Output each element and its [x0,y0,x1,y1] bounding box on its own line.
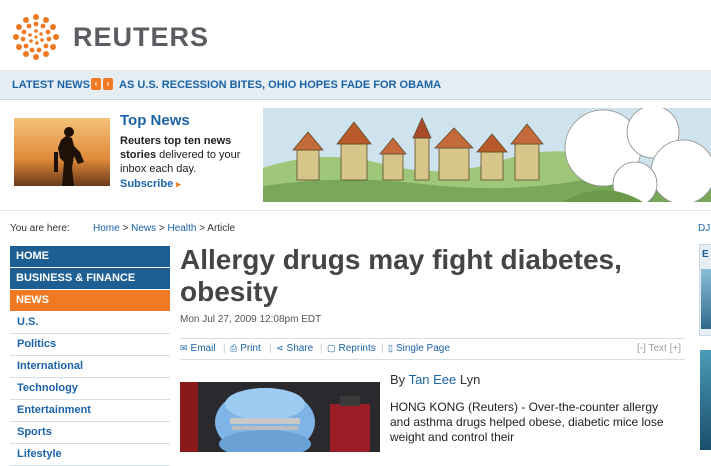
nav-item-home[interactable]: HOME [10,246,170,268]
single-page-label: Single Page [395,343,450,354]
text-size-label: Text [648,343,667,354]
reuters-logo-icon[interactable] [12,13,60,61]
toolbar-divider: | [269,343,272,354]
subscribe-link[interactable]: Subscribe ▸ [120,178,181,190]
breadcrumb-trail: Home > News > Health > Article [93,223,235,234]
article: Allergy drugs may fight diabetes, obesit… [180,244,685,452]
breadcrumb-sep: > [196,223,208,234]
share-label: Share [286,343,314,354]
top-news-title[interactable]: Top News [120,112,190,129]
chevron-right-icon: ▸ [176,179,181,189]
reuters-wordmark[interactable]: REUTERS [73,22,209,53]
article-dateline: Mon Jul 27, 2009 12:08pm EDT [180,314,322,325]
nav-item-technology[interactable]: Technology [10,378,170,400]
reprints-label: Reprints [338,343,376,354]
share-icon: ⋖ [276,343,284,353]
masthead: REUTERS [0,0,711,71]
chevron-right-icon[interactable]: › [103,78,113,90]
reprints-button[interactable]: ▢ Reprints [327,343,376,354]
email-label: Email [190,343,216,354]
breadcrumb-label: You are here: [10,223,70,234]
share-button[interactable]: ⋖ Share [276,343,313,354]
ticker-controls: ‹ › [91,78,113,90]
email-button[interactable]: ✉ Email [180,343,216,354]
toolbar-divider: | [381,343,384,354]
print-button[interactable]: ⎙ Print [230,343,261,354]
article-photo[interactable] [180,382,380,452]
toolbar-divider: | [223,343,226,354]
nav-item-politics[interactable]: Politics [10,334,170,356]
breadcrumb-health[interactable]: Health [168,223,197,234]
breadcrumb-sep: > [119,223,132,234]
breadcrumb: You are here: Home > News > Health > Art… [0,221,711,237]
text-size-control: [-] Text [+] [637,343,681,354]
toolbar-divider: | [320,343,323,354]
right-rail-box: E [699,244,711,336]
top-news-promo: Top News Reuters top ten news stories de… [0,100,711,211]
article-byline: By Tan Eee Lyn [390,372,480,387]
subscribe-label: Subscribe [120,178,174,190]
print-label: Print [240,343,261,354]
author-rest: Lyn [456,372,481,387]
right-rail-image[interactable] [701,269,711,329]
article-toolbar: ✉ Email | ⎙ Print | ⋖ Share | ▢ Reprints | ▯… [180,338,685,360]
nav-item-entertainment[interactable]: Entertainment [10,400,170,422]
single-page-button[interactable]: ▯ Single Page [388,343,450,354]
breadcrumb-news[interactable]: News [131,223,156,234]
page-icon: ▯ [388,343,393,353]
nav-item-international[interactable]: International [10,356,170,378]
latest-news-ticker: LATEST NEWS ‹ › AS U.S. RECESSION BITES,… [0,71,711,100]
breadcrumb-sep: > [156,223,168,234]
text-size-increase[interactable]: [+] [670,343,681,354]
right-rail-heading: E [702,249,709,260]
breadcrumb-article: Article [207,223,236,234]
nav-item-sports[interactable]: Sports [10,422,170,444]
right-rail: E [699,244,711,450]
village-illustration-ad[interactable] [263,108,711,202]
breadcrumb-home[interactable]: Home [93,223,120,234]
envelope-icon: ✉ [180,343,188,353]
byline-prefix: By [390,372,406,387]
nav-item-us[interactable]: U.S. [10,312,170,334]
right-rail-stub-link[interactable]: DJ [698,223,710,234]
right-rail-image-2[interactable] [700,350,711,450]
section-nav: HOME BUSINESS & FINANCE NEWS U.S. Politi… [10,246,170,466]
latest-news-label: LATEST NEWS [12,79,91,91]
soldier-silhouette-image[interactable] [14,118,110,186]
nav-item-business-finance[interactable]: BUSINESS & FINANCE [10,268,170,290]
article-headline: Allergy drugs may fight diabetes, obesit… [180,244,622,307]
top-news-description: Reuters top ten news stories delivered t… [120,134,250,176]
nav-item-lifestyle[interactable]: Lifestyle [10,444,170,466]
printer-icon: ⎙ [230,343,238,353]
text-size-decrease[interactable]: [-] [637,343,646,354]
chevron-left-icon[interactable]: ‹ [91,78,101,90]
article-body: HONG KONG (Reuters) - Over-the-counter a… [390,400,664,444]
document-icon: ▢ [327,343,336,353]
author-link[interactable]: Tan Eee [409,372,457,387]
ticker-headline-link[interactable]: AS U.S. RECESSION BITES, OHIO HOPES FADE… [119,79,441,91]
nav-item-news[interactable]: NEWS [10,290,170,312]
